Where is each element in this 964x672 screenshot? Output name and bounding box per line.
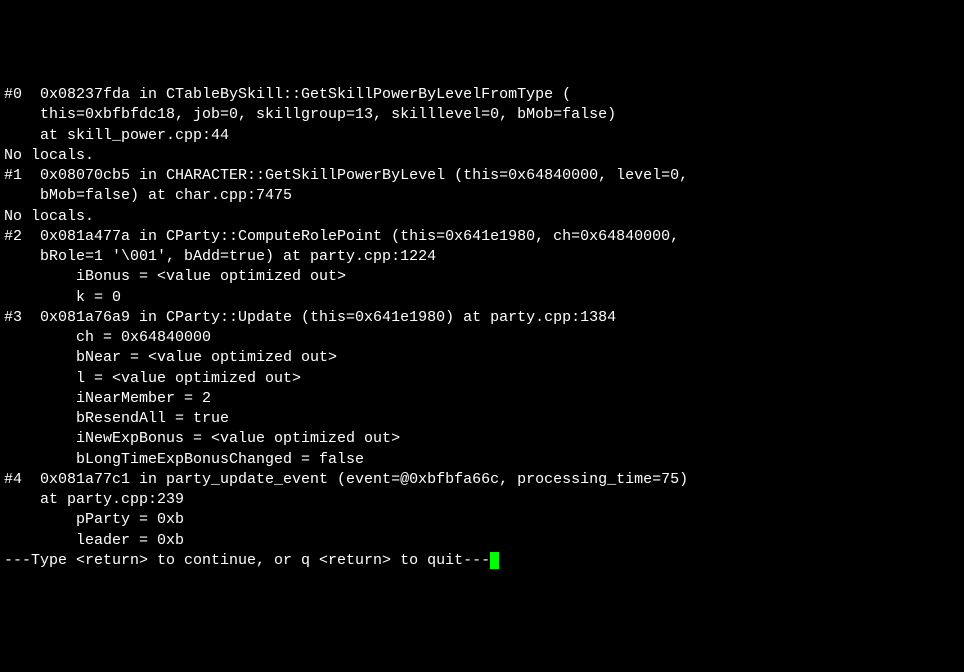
backtrace-line: bResendAll = true xyxy=(4,410,229,427)
backtrace-line: iNewExpBonus = <value optimized out> xyxy=(4,430,400,447)
backtrace-line: bNear = <value optimized out> xyxy=(4,349,337,366)
backtrace-line: bLongTimeExpBonusChanged = false xyxy=(4,451,364,468)
backtrace-line: iBonus = <value optimized out> xyxy=(4,268,346,285)
backtrace-line: bMob=false) at char.cpp:7475 xyxy=(4,187,292,204)
backtrace-line: at skill_power.cpp:44 xyxy=(4,127,229,144)
backtrace-line: No locals. xyxy=(4,147,94,164)
backtrace-line: bRole=1 '\001', bAdd=true) at party.cpp:… xyxy=(4,248,436,265)
backtrace-line: l = <value optimized out> xyxy=(4,370,301,387)
backtrace-line: iNearMember = 2 xyxy=(4,390,211,407)
backtrace-line: No locals. xyxy=(4,208,94,225)
backtrace-line: at party.cpp:239 xyxy=(4,491,184,508)
terminal-output: #0 0x08237fda in CTableBySkill::GetSkill… xyxy=(4,85,960,571)
backtrace-line: #2 0x081a477a in CParty::ComputeRolePoin… xyxy=(4,228,679,245)
backtrace-line: ch = 0x64840000 xyxy=(4,329,211,346)
backtrace-line: #1 0x08070cb5 in CHARACTER::GetSkillPowe… xyxy=(4,167,688,184)
backtrace-line: #0 0x08237fda in CTableBySkill::GetSkill… xyxy=(4,86,571,103)
backtrace-line: #3 0x081a76a9 in CParty::Update (this=0x… xyxy=(4,309,616,326)
backtrace-line: leader = 0xb xyxy=(4,532,184,549)
backtrace-line: this=0xbfbfdc18, job=0, skillgroup=13, s… xyxy=(4,106,616,123)
gdb-prompt[interactable]: ---Type <return> to continue, or q <retu… xyxy=(4,552,490,569)
cursor xyxy=(490,552,499,569)
backtrace-line: k = 0 xyxy=(4,289,121,306)
backtrace-line: #4 0x081a77c1 in party_update_event (eve… xyxy=(4,471,688,488)
backtrace-line: pParty = 0xb xyxy=(4,511,184,528)
